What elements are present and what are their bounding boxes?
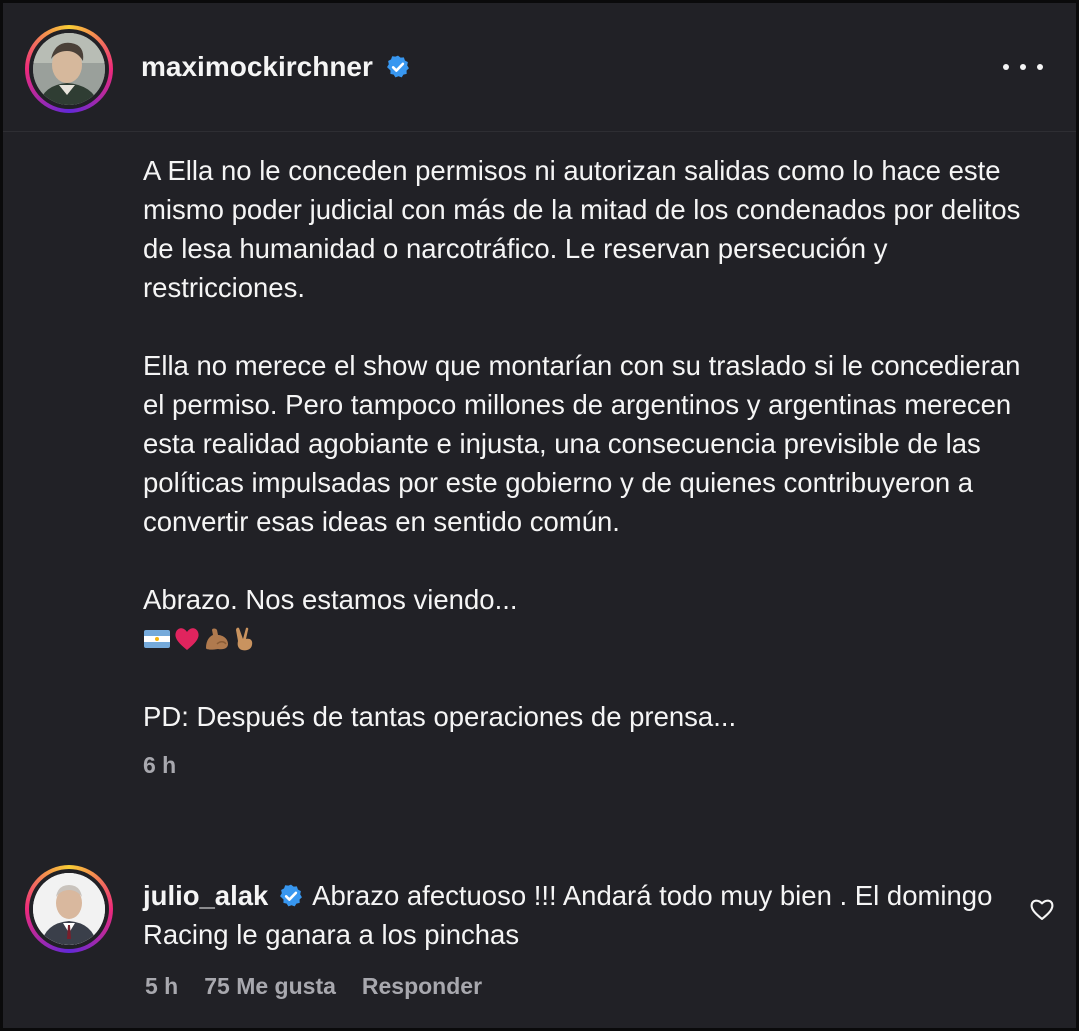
argentina-flag-icon: [144, 629, 170, 648]
verified-badge-icon: [280, 884, 302, 907]
comment-likes-count[interactable]: 75 Me gusta: [204, 973, 336, 1000]
comment-meta: 5 h 75 Me gusta Responder: [145, 973, 482, 1000]
caption-paragraph-2: Ella no merece el show que montarían con…: [143, 350, 1021, 537]
post-username[interactable]: maximockirchner: [141, 51, 373, 82]
more-options-button[interactable]: [1003, 55, 1043, 79]
caption-paragraph-3: Abrazo. Nos estamos viendo...: [143, 584, 518, 615]
comment-body: julio_alak Abrazo afectuoso !!! Andará t…: [143, 876, 1013, 954]
caption-paragraph-1: A Ella no le conceden permisos ni autori…: [143, 155, 1021, 303]
emoji-row: [143, 619, 1043, 658]
reply-button[interactable]: Responder: [362, 973, 482, 1000]
more-horizontal-icon: [1003, 64, 1009, 70]
red-heart-icon: [175, 627, 199, 650]
avatar-photo: [33, 873, 105, 945]
post-username-row: maximockirchner: [141, 51, 411, 83]
verified-badge-icon: [386, 55, 409, 78]
flexed-biceps-icon: [206, 628, 228, 650]
victory-hand-icon: [236, 627, 253, 650]
comment-author-avatar[interactable]: [25, 865, 113, 953]
avatar-photo: [33, 33, 105, 105]
post-caption: A Ella no le conceden permisos ni autori…: [143, 151, 1043, 785]
post-header: maximockirchner: [3, 3, 1076, 132]
like-comment-button[interactable]: [1028, 895, 1056, 923]
post-author-avatar[interactable]: [25, 25, 113, 113]
comment-username[interactable]: julio_alak: [143, 880, 268, 911]
comment-panel: maximockirchner A Ella no le conceden pe…: [0, 0, 1079, 1031]
comment-timestamp[interactable]: 5 h: [145, 973, 178, 1000]
post-timestamp[interactable]: 6 h: [143, 746, 1043, 785]
heart-outline-icon: [1030, 899, 1054, 920]
caption-paragraph-4: PD: Después de tantas operaciones de pre…: [143, 701, 737, 732]
comment-text: Abrazo afectuoso !!! Andará todo muy bie…: [143, 880, 993, 950]
